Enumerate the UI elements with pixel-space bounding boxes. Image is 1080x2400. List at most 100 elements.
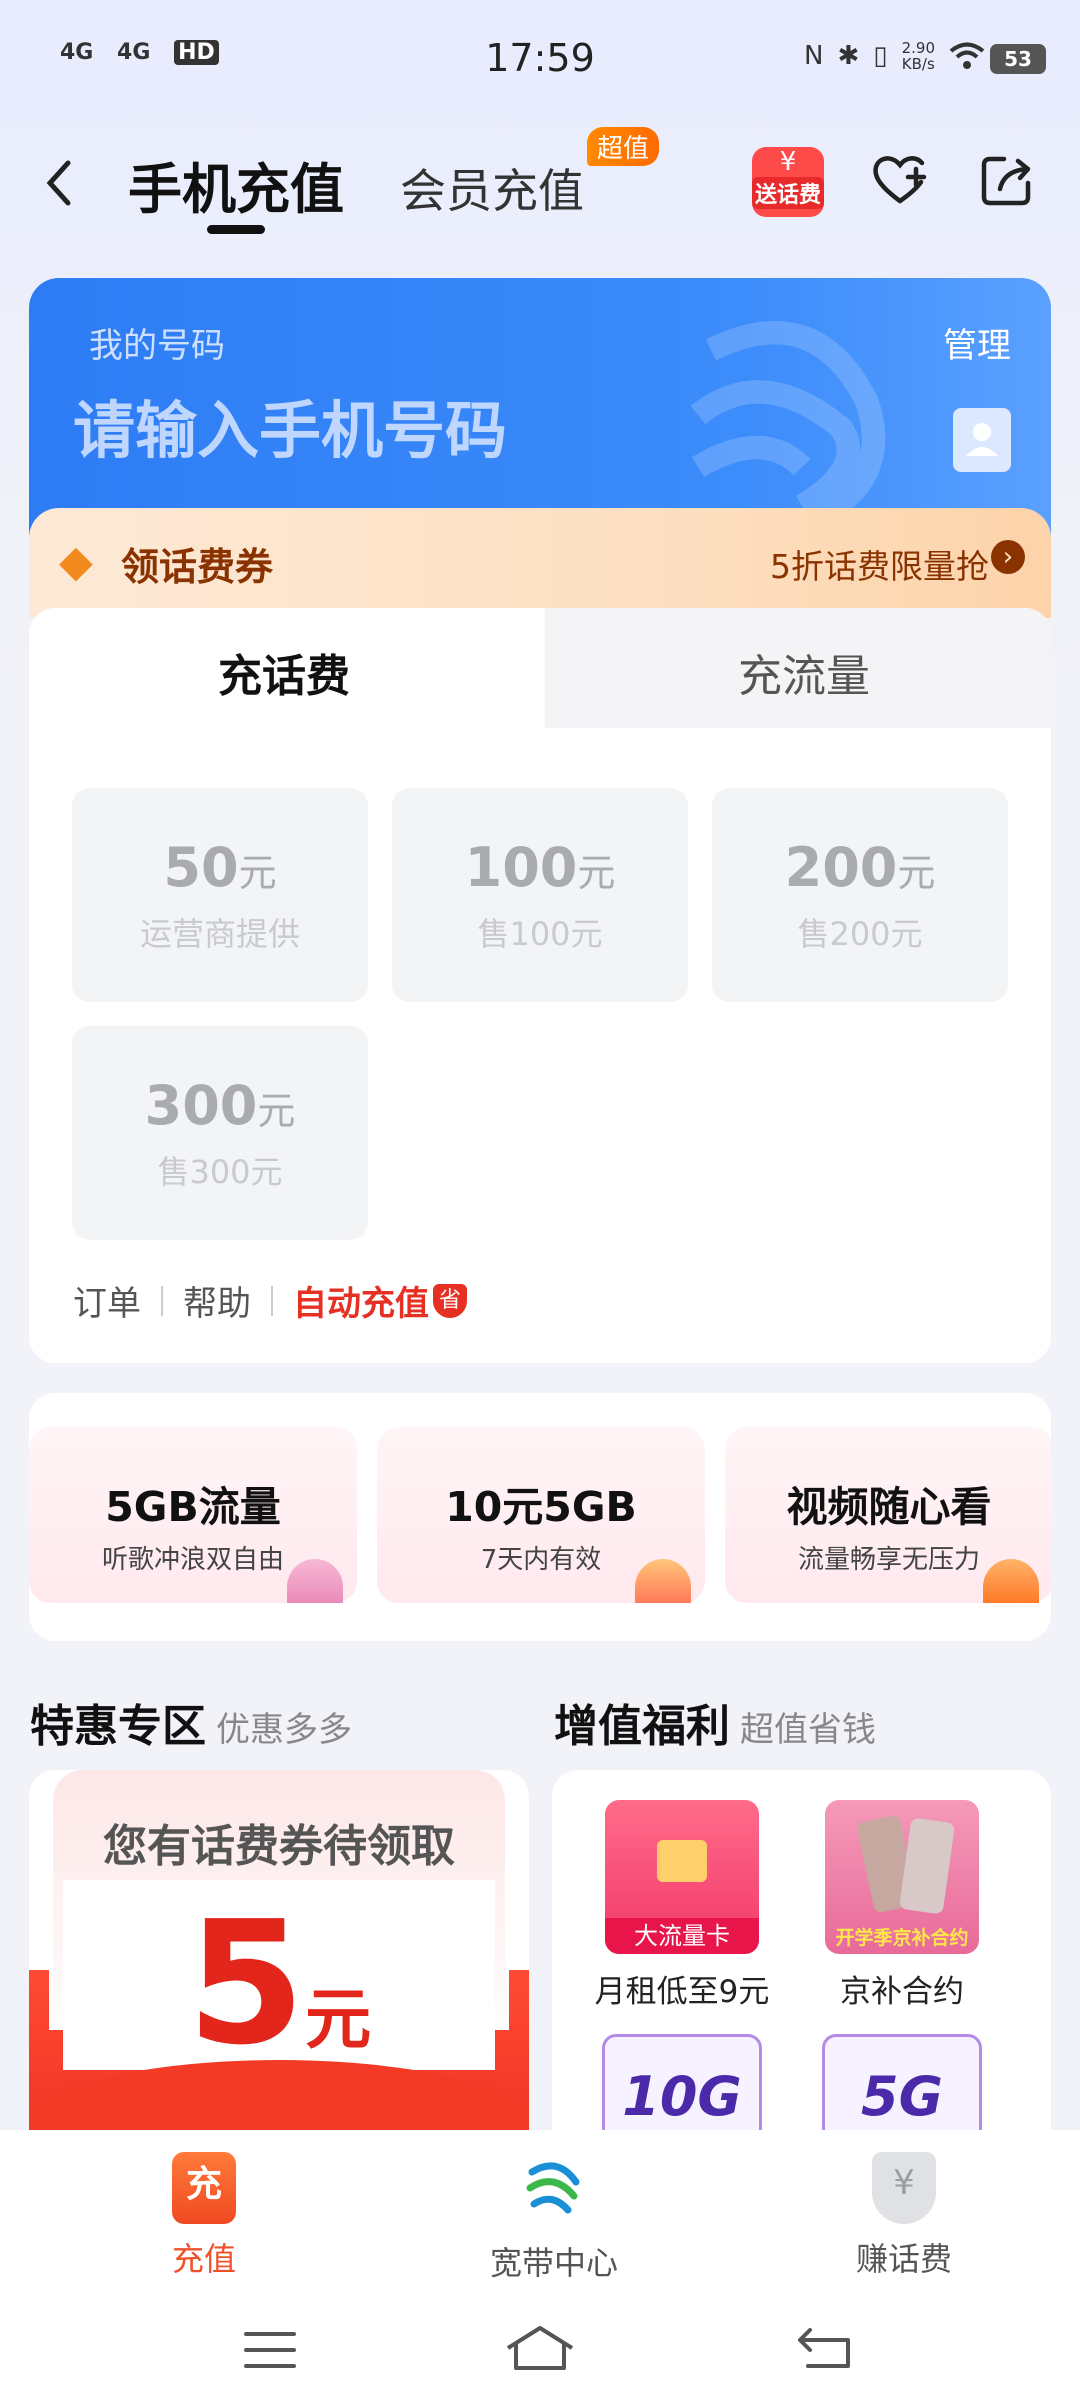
china-mobile-logo-icon (526, 2162, 580, 2214)
nav-broadband[interactable]: 宽带中心 (424, 2152, 684, 2284)
promo-5gb[interactable]: 5GB流量 听歌冲浪双自由 (29, 1427, 357, 1603)
phone-number-input[interactable] (71, 393, 775, 468)
jd-promo-tag: 开学季京补合约 (835, 1927, 969, 1949)
amount-subtitle: 售200元 (797, 915, 923, 953)
tab-recharge-data[interactable]: 充流量 (559, 640, 1049, 704)
amount-option-300[interactable]: 300元 售300元 (72, 1026, 368, 1240)
amount-unit: 元 (577, 851, 616, 895)
shield-yuan-icon: ¥ (872, 2152, 936, 2224)
data-pack-image: 10G (602, 2034, 762, 2130)
vibrate-icon: ▯ (873, 41, 888, 71)
promo-title: 5GB流量 (105, 1483, 281, 1531)
benefits-card: 大流量卡 月租低至9元 开学季京补合约 京补合约 10G 5G (552, 1770, 1051, 2130)
benefit-5g-pack[interactable]: 5G (802, 2034, 1002, 2130)
chevron-right-icon: › (991, 540, 1025, 574)
active-tab-indicator (207, 225, 265, 234)
orders-link[interactable]: 订单 (73, 1276, 141, 1325)
recharge-icon: 充 (172, 2152, 236, 2224)
promo-10yuan-5gb[interactable]: 10元5GB 7天内有效 (377, 1427, 705, 1603)
amount-value: 50 (163, 836, 239, 899)
coupon-title: 领话费券 (121, 545, 274, 589)
bluetooth-icon: ✱ (837, 41, 860, 71)
benefit-10g-pack[interactable]: 10G (582, 2034, 782, 2130)
nav-label: 充值 (171, 2240, 236, 2278)
tab-recharge-credit[interactable]: 充话费 (29, 640, 539, 704)
promo-title: 10元5GB (445, 1483, 637, 1531)
data-pack-label: 5G (861, 2065, 943, 2128)
coupon-banner[interactable]: ◆ 领话费券 5折话费限量抢 › (29, 508, 1051, 618)
data-pack-image: 5G (822, 2034, 982, 2130)
bottom-navigation: 充 充值 宽带中心 ¥ 赚话费 (0, 2130, 1080, 2400)
data-card-tag: 大流量卡 (605, 1918, 759, 1954)
envelope-amount: 5元 (29, 1885, 529, 2083)
value-badge: 超值 (587, 127, 660, 166)
benefit-label: 月租低至9元 (594, 1974, 770, 2010)
status-icons: N ✱ ▯ 2.90 KB/s (804, 40, 985, 72)
menu-icon[interactable] (244, 2330, 296, 2370)
system-navigation-bar (0, 2300, 1080, 2400)
tab-phone-recharge[interactable]: 手机充值 (128, 145, 344, 224)
benefits-section-title: 增值福利 超值省钱 (554, 1701, 876, 1752)
promo-video[interactable]: 视频随心看 流量畅享无压力 (725, 1427, 1051, 1603)
status-bar: 4G 4G HD 17:59 N ✱ ▯ 2.90 KB/s 53 (0, 0, 1080, 125)
nav-earn-credit[interactable]: ¥ 赚话费 (774, 2152, 1034, 2280)
back-nav-icon[interactable] (796, 2326, 852, 2370)
wifi-icon (949, 42, 985, 69)
nfc-icon: N (804, 41, 824, 71)
home-icon[interactable] (504, 2324, 576, 2372)
envelope-amount-unit: 元 (305, 1981, 372, 2058)
amount-option-50[interactable]: 50元 运营商提供 (72, 788, 368, 1002)
recharge-links: 订单 帮助 自动充值 省 (73, 1276, 467, 1325)
my-number-label: 我的号码 (89, 326, 225, 366)
header: 手机充值 会员充值 超值 ¥ 送话费 (0, 125, 1080, 245)
benefit-jd-contract[interactable]: 开学季京补合约 京补合约 (802, 1800, 1002, 2011)
tab-member-recharge[interactable]: 会员充值 (400, 155, 584, 221)
gift-credit-label: 送话费 (752, 177, 824, 209)
gift-credit-button[interactable]: ¥ 送话费 (752, 147, 824, 217)
help-link[interactable]: 帮助 (183, 1276, 251, 1325)
amount-unit: 元 (257, 1089, 296, 1133)
promo-title: 视频随心看 (786, 1483, 992, 1531)
sim-card-icon: 大流量卡 (605, 1800, 759, 1954)
nav-label: 宽带中心 (489, 2244, 618, 2282)
battery-icon: 53 (990, 44, 1046, 74)
yuan-icon: ¥ (779, 147, 797, 177)
amount-unit: 元 (897, 851, 936, 895)
heart-plus-icon[interactable] (870, 149, 930, 209)
share-icon[interactable] (978, 151, 1036, 209)
recharge-card: 充话费 充流量 50元 运营商提供 100元 售100元 200元 售200元 … (29, 608, 1051, 1363)
benefits-section-subtitle: 超值省钱 (740, 1710, 876, 1750)
benefit-label: 京补合约 (840, 1974, 964, 2010)
special-section-title: 特惠专区 优惠多多 (30, 1701, 352, 1752)
diamond-heart-icon: ◆ (59, 536, 93, 587)
nav-label: 赚话费 (855, 2240, 952, 2278)
contacts-icon[interactable] (953, 408, 1011, 472)
special-section-subtitle: 优惠多多 (216, 1710, 352, 1750)
amount-value: 300 (144, 1074, 258, 1137)
amount-option-100[interactable]: 100元 售100元 (392, 788, 688, 1002)
coupon-link[interactable]: 5折话费限量抢 (770, 540, 989, 588)
envelope-title: 您有话费券待领取 (103, 1821, 455, 1872)
auto-recharge-link[interactable]: 自动充值 (293, 1276, 429, 1325)
amount-value: 100 (464, 836, 578, 899)
amount-unit: 元 (238, 851, 277, 895)
network-speed: 2.90 KB/s (901, 39, 935, 73)
amount-option-200[interactable]: 200元 售200元 (712, 788, 1008, 1002)
benefit-data-card[interactable]: 大流量卡 月租低至9元 (582, 1800, 782, 2011)
data-pack-label: 10G (622, 2065, 742, 2128)
chevron-left-icon (46, 160, 71, 206)
amount-subtitle: 售300元 (157, 1153, 283, 1191)
person-icon (966, 423, 998, 456)
promo-strip: 5GB流量 听歌冲浪双自由 10元5GB 7天内有效 视频随心看 流量畅享无压力 (29, 1393, 1051, 1641)
nav-recharge[interactable]: 充 充值 (74, 2152, 334, 2280)
amount-subtitle: 运营商提供 (139, 915, 300, 953)
back-button[interactable] (40, 155, 76, 221)
phone-product-image: 开学季京补合约 (825, 1800, 979, 1954)
amount-subtitle: 售100元 (477, 915, 603, 953)
divider (271, 1285, 273, 1316)
envelope-amount-value: 5 (186, 1885, 306, 2083)
save-badge-icon: 省 (433, 1283, 467, 1318)
amount-value: 200 (784, 836, 898, 899)
coupon-envelope-card[interactable]: 您有话费券待领取 5元 (29, 1770, 529, 2130)
manage-button[interactable]: 管理 (943, 318, 1011, 367)
